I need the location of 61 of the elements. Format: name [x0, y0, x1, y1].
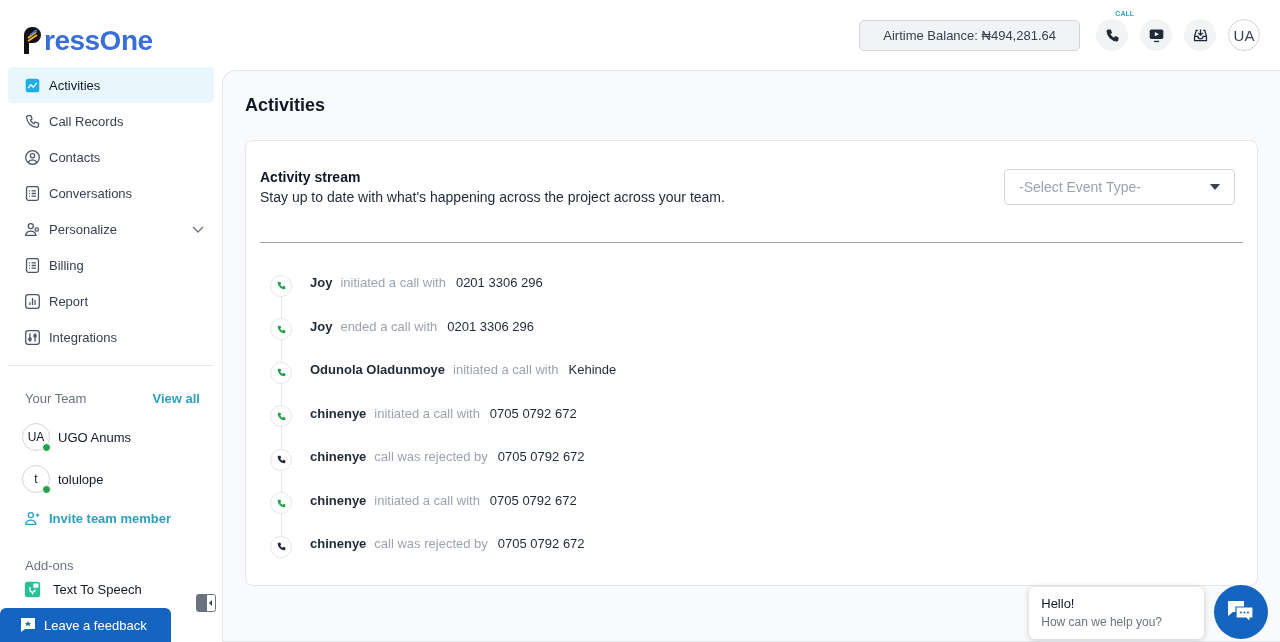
event-action: initiated a call with [374, 492, 480, 508]
event-target: 0705 0792 672 [489, 405, 577, 421]
sidebar-item[interactable]: Conversations [8, 175, 214, 211]
chart-icon [24, 76, 41, 94]
member-name[interactable]: tolulope [58, 471, 104, 487]
sidebar-item[interactable]: Call Records [8, 103, 214, 139]
event-actor: Joy [310, 318, 333, 334]
event-actor: chinenye [310, 449, 367, 465]
event-action: ended a call with [340, 318, 438, 334]
event-target: 0201 3306 296 [455, 275, 543, 291]
list-icon [24, 184, 41, 202]
sidebar-item[interactable]: Personalize [8, 211, 214, 247]
logo-icon [22, 26, 44, 56]
chat-greeting: Hello! [1041, 596, 1076, 611]
sliders-icon [24, 328, 41, 346]
sidebar-item[interactable]: Activities [8, 67, 214, 103]
event-actor: Odunola Oladunmoye [310, 362, 446, 378]
event-action: initiated a call with [453, 362, 559, 378]
caret-icon [1210, 184, 1220, 190]
microphone-icon [24, 581, 41, 598]
page-title: Activities [245, 95, 327, 116]
chat-prompt: How can we help you? [1041, 615, 1162, 629]
video-button[interactable] [1140, 19, 1172, 51]
airtime-balance: Airtime Balance: ₦494,281.64 [859, 19, 1080, 51]
phone-icon [24, 112, 41, 130]
section-title: Add-ons [24, 557, 75, 575]
event-action: call was rejected by [374, 449, 488, 465]
call-button[interactable] [1096, 19, 1128, 51]
event-action: initiated a call with [340, 275, 446, 291]
sidebar-item[interactable]: Contacts [8, 139, 214, 175]
event-target: 0201 3306 296 [447, 318, 534, 334]
inbox-button[interactable] [1184, 19, 1216, 51]
addon-item[interactable]: Text To Speech [8, 581, 158, 598]
event-actor: Joy [310, 275, 333, 291]
chat-bubble-icon [20, 617, 36, 633]
collapse-sidebar-icon[interactable] [196, 594, 216, 612]
list-icon [24, 256, 41, 274]
user-avatar[interactable]: UA [1228, 19, 1260, 51]
event-target: 0705 0792 672 [497, 536, 585, 552]
logo-text: ressOne [44, 26, 153, 56]
add-user-icon [24, 509, 41, 527]
event-target: 0705 0792 672 [497, 449, 585, 465]
event-action: call was rejected by [374, 536, 488, 552]
card-title: Activity stream [260, 169, 362, 185]
event-actor: chinenye [310, 405, 367, 421]
event-actor: chinenye [310, 536, 367, 552]
card-subtitle: Stay up to date with what's happening across the project across your team. [260, 189, 725, 205]
leave-feedback-button[interactable]: Leave a feedback [0, 608, 171, 642]
users-icon [24, 220, 41, 238]
bar-chart-icon [24, 292, 41, 310]
event-actor: chinenye [310, 492, 367, 508]
event-target: 0705 0792 672 [489, 492, 577, 508]
event-target: Kehinde [568, 362, 617, 378]
section-title: Your Team [25, 390, 87, 406]
sidebar-item[interactable]: Report [8, 283, 214, 319]
chat-bubbles-icon [1227, 600, 1255, 624]
sidebar-item[interactable]: Billing [8, 247, 214, 283]
member-name[interactable]: UGO Anums [58, 429, 131, 445]
user-circle-icon [24, 148, 41, 166]
event-action: initiated a call with [374, 405, 480, 421]
sidebar-item[interactable]: Integrations [8, 319, 214, 355]
